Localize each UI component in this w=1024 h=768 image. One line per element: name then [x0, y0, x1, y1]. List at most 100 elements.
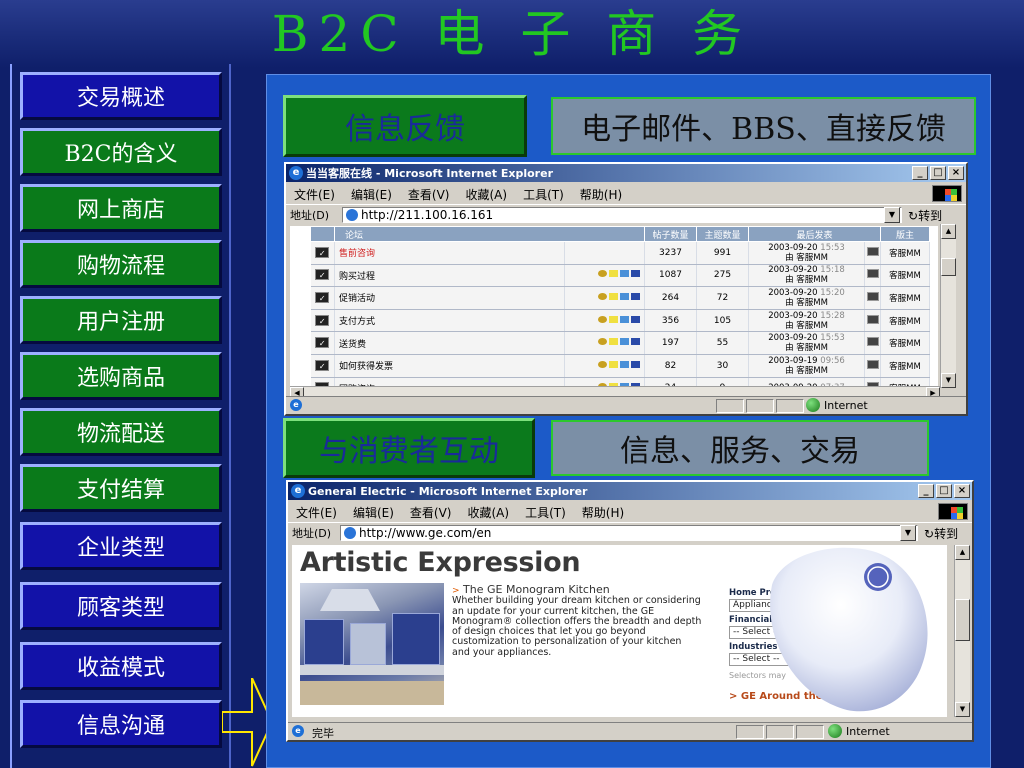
address-dropdown-button[interactable]: ▼ — [884, 207, 900, 223]
scroll-up-icon[interactable]: ▲ — [941, 224, 956, 239]
table-row[interactable]: ✓ 送货费 197 55 2003-09-20 15:53 由 客服MM 客服MM — [310, 331, 930, 355]
nav-item-overview[interactable]: 交易概述 — [20, 72, 222, 120]
forum-name[interactable]: 如何获得发票 — [334, 354, 565, 378]
post-count: 1087 — [644, 264, 697, 288]
nav-item-customer-type[interactable]: 顾客类型 — [20, 582, 222, 630]
window-titlebar: e General Electric - Microsoft Internet … — [288, 482, 972, 500]
forum-tools — [564, 309, 645, 333]
vertical-scrollbar[interactable]: ▲ ▼ — [940, 224, 956, 388]
scroll-up-icon[interactable]: ▲ — [955, 545, 970, 560]
close-button[interactable]: × — [954, 484, 970, 498]
nav-item-revenue-model[interactable]: 收益模式 — [20, 642, 222, 690]
windows-logo-icon — [932, 185, 962, 202]
nav-item-select-goods[interactable]: 选购商品 — [20, 352, 222, 400]
forum-name[interactable]: 促销活动 — [334, 286, 565, 310]
menu-edit[interactable]: 编辑(E) — [351, 186, 392, 203]
table-header-row: 论坛 帖子数量 主题数量 最后发表 版主 — [310, 226, 930, 242]
nav-item-b2c-meaning[interactable]: B2C的含义 — [20, 128, 222, 176]
table-row[interactable]: ✓ 购买过程 1087 275 2003-09-20 15:18 由 客服MM 客服MM — [310, 264, 930, 288]
forum-table: 论坛 帖子数量 主题数量 最后发表 版主 ✓ 售前咨询 3237 991 2003-09… — [310, 226, 930, 388]
windows-logo-icon — [938, 503, 968, 520]
table-row[interactable]: ✓ 如何获得发票 82 30 2003-09-19 09:56 由 客服MM 客服MM — [310, 354, 930, 378]
minimize-button[interactable]: _ — [912, 166, 928, 180]
menu-favorites[interactable]: 收藏(A) — [465, 186, 507, 203]
moderator: 客服MM — [880, 241, 930, 265]
last-post: 2003-09-20 15:20 由 客服MM — [748, 286, 865, 310]
table-row[interactable]: ✓ 支付方式 356 105 2003-09-20 15:28 由 客服MM 客服MM — [310, 309, 930, 333]
address-label: 地址(D) — [290, 208, 330, 222]
forum-name[interactable]: 送货费 — [334, 331, 565, 355]
forum-name[interactable]: 售前咨询 — [334, 241, 565, 265]
security-zone: Internet — [806, 398, 868, 412]
menu-file[interactable]: 文件(E) — [294, 186, 335, 203]
go-last-post-icon[interactable] — [866, 337, 879, 347]
moderator: 客服MM — [880, 331, 930, 355]
go-button[interactable]: ↻转到 — [924, 525, 958, 542]
menu-view[interactable]: 查看(V) — [408, 186, 450, 203]
address-input[interactable]: http://www.ge.com/en — [340, 525, 918, 541]
forum-tools — [564, 354, 645, 378]
nav-item-user-register[interactable]: 用户注册 — [20, 296, 222, 344]
nav-item-payment[interactable]: 支付结算 — [20, 464, 222, 512]
go-last-post-icon[interactable] — [866, 359, 879, 369]
menu-tools[interactable]: 工具(T) — [525, 504, 566, 521]
scroll-down-icon[interactable]: ▼ — [941, 373, 956, 388]
scroll-thumb[interactable] — [955, 599, 970, 641]
scroll-thumb[interactable] — [941, 258, 956, 276]
menu-help[interactable]: 帮助(H) — [580, 186, 622, 203]
go-last-post-icon[interactable] — [866, 269, 879, 279]
column-header-topics: 主题数量 — [696, 226, 749, 242]
feedback-label: 信息反馈 — [283, 95, 527, 157]
table-row[interactable]: ✓ 促销活动 264 72 2003-09-20 15:20 由 客服MM 客服MM — [310, 286, 930, 310]
window-title: 当当客服在线 - Microsoft Internet Explorer — [306, 167, 553, 180]
menu-view[interactable]: 查看(V) — [410, 504, 452, 521]
nav-divider — [229, 64, 231, 768]
minimize-button[interactable]: _ — [918, 484, 934, 498]
nav-item-info-communication[interactable]: 信息沟通 — [20, 700, 222, 748]
moderator: 客服MM — [880, 354, 930, 378]
nav-item-enterprise-type[interactable]: 企业类型 — [20, 522, 222, 570]
table-row[interactable]: ✓ 售前咨询 3237 991 2003-09-20 15:53 由 客服MM 客服MM — [310, 241, 930, 265]
topic-count: 105 — [696, 309, 749, 333]
forum-icon: ✓ — [315, 359, 330, 371]
address-bar: 地址(D) http://www.ge.com/en ▼ ↻转到 — [288, 522, 972, 542]
last-post: 2003-09-19 09:56 由 客服MM — [748, 354, 865, 378]
go-last-post-icon[interactable] — [866, 314, 879, 324]
forum-page: 论坛 帖子数量 主题数量 最后发表 版主 ✓ 售前咨询 3237 991 2003-09… — [290, 226, 938, 388]
maximize-button[interactable]: □ — [936, 484, 952, 498]
address-label: 地址(D) — [292, 526, 332, 540]
maximize-button[interactable]: □ — [930, 166, 946, 180]
menu-file[interactable]: 文件(E) — [296, 504, 337, 521]
address-input[interactable]: http://211.100.16.161 — [342, 207, 902, 223]
go-button[interactable]: ↻转到 — [908, 207, 942, 224]
menu-tools[interactable]: 工具(T) — [523, 186, 564, 203]
menu-favorites[interactable]: 收藏(A) — [467, 504, 509, 521]
light-bulb-image — [770, 547, 928, 712]
close-button[interactable]: × — [948, 166, 964, 180]
nav-item-online-store[interactable]: 网上商店 — [20, 184, 222, 232]
menu-help[interactable]: 帮助(H) — [582, 504, 624, 521]
address-url: http://www.ge.com/en — [359, 526, 492, 540]
go-last-post-icon[interactable] — [866, 291, 879, 301]
topic-count: 991 — [696, 241, 749, 265]
nav-item-shopping-flow[interactable]: 购物流程 — [20, 240, 222, 288]
last-post: 2003-09-20 15:53 由 客服MM — [748, 331, 865, 355]
ge-article-body: Whether building your dream kitchen or c… — [452, 595, 702, 658]
kitchen-photo — [300, 583, 444, 705]
forum-name[interactable]: 购买过程 — [334, 264, 565, 288]
forum-tools — [564, 286, 645, 310]
scroll-down-icon[interactable]: ▼ — [955, 702, 970, 717]
browser-window-ge: e General Electric - Microsoft Internet … — [286, 480, 974, 742]
forum-name[interactable]: 支付方式 — [334, 309, 565, 333]
ge-page: Artistic Expression > The GE Monogram Ki… — [292, 545, 947, 717]
browser-window-forum: e 当当客服在线 - Microsoft Internet Explorer _… — [284, 162, 968, 416]
security-zone: Internet — [828, 724, 890, 738]
nav-item-logistics[interactable]: 物流配送 — [20, 408, 222, 456]
post-count: 197 — [644, 331, 697, 355]
post-count: 264 — [644, 286, 697, 310]
status-page-icon: e — [290, 399, 302, 411]
menu-edit[interactable]: 编辑(E) — [353, 504, 394, 521]
go-last-post-icon[interactable] — [866, 246, 879, 256]
vertical-scrollbar[interactable]: ▲ ▼ — [954, 545, 970, 717]
address-dropdown-button[interactable]: ▼ — [900, 525, 916, 541]
